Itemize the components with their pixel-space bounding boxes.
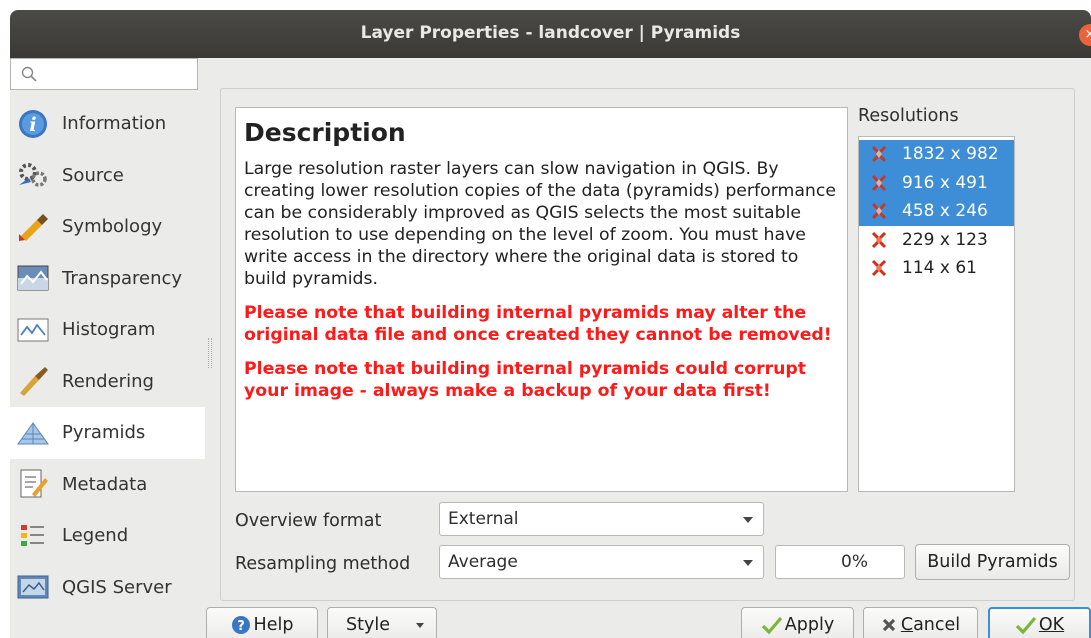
sidebar-item-rendering[interactable]: Rendering (10, 356, 205, 408)
title-bar: Layer Properties - landcover | Pyramids … (10, 10, 1091, 58)
pyramid-not-built-icon (871, 146, 887, 163)
histogram-icon (16, 313, 50, 347)
checkmark-icon (1015, 616, 1037, 635)
metadata-icon (16, 467, 50, 501)
sidebar: i Information Source Symbology Transpare… (10, 98, 205, 613)
sidebar-item-legend[interactable]: Legend (10, 510, 205, 562)
cancel-button[interactable]: Cancel (863, 607, 978, 638)
cancel-mnemonic: C (900, 615, 914, 635)
sidebar-item-label: Information (62, 113, 167, 135)
transparency-icon (16, 261, 50, 295)
source-icon (16, 158, 50, 192)
pyramid-not-built-icon (871, 231, 887, 248)
warning-internal-pyramids-alter: Please note that building internal pyram… (244, 303, 832, 345)
resolution-item[interactable]: 458 x 246 (859, 197, 1014, 226)
sidebar-item-histogram[interactable]: Histogram (10, 304, 205, 356)
sidebar-item-label: Pyramids (62, 422, 146, 444)
sidebar-item-pyramids[interactable]: Pyramids (10, 407, 205, 459)
apply-button[interactable]: Apply (741, 607, 854, 638)
resampling-method-label: Resampling method (235, 554, 411, 574)
legend-icon (16, 519, 50, 553)
chevron-down-icon (743, 560, 753, 566)
svg-text:?: ? (237, 619, 245, 634)
pyramid-not-built-icon (871, 203, 887, 220)
help-icon: ? (231, 616, 250, 634)
warning-internal-pyramids-corrupt: Please note that building internal pyram… (244, 359, 807, 401)
sidebar-item-qgis-server[interactable]: QGIS Server (10, 562, 205, 614)
resolution-item[interactable]: 114 x 61 (859, 254, 1014, 283)
search-icon (21, 66, 37, 82)
style-menu-button[interactable]: Style (327, 607, 437, 638)
description-box: Description Large resolution raster laye… (235, 107, 848, 492)
dialog-button-bar: ? Help Style Apply Cancel OK (10, 607, 1091, 638)
progress-indicator: 0% (775, 545, 905, 579)
sidebar-item-symbology[interactable]: Symbology (10, 201, 205, 253)
resolution-item[interactable]: 1832 x 982 (859, 140, 1014, 169)
symbology-icon (16, 210, 50, 244)
sidebar-item-label: Symbology (62, 216, 163, 238)
overview-format-select[interactable]: External (439, 502, 764, 536)
pyramid-not-built-icon (871, 174, 887, 191)
ok-label: OK (1038, 615, 1065, 635)
chevron-down-icon (743, 517, 753, 523)
sidebar-item-label: Legend (62, 525, 129, 547)
rendering-icon (16, 364, 50, 398)
resolutions-label: Resolutions (858, 106, 959, 126)
overview-format-value: External (448, 509, 519, 529)
sidebar-item-source[interactable]: Source (10, 150, 205, 202)
cancel-label: ancel (913, 615, 961, 635)
checkmark-icon (761, 616, 782, 635)
resampling-method-value: Average (448, 552, 518, 572)
resolution-value: 1832 x 982 (902, 144, 999, 165)
description-title: Description (244, 118, 406, 147)
svg-text:i: i (29, 114, 36, 136)
resolution-value: 458 x 246 (902, 201, 988, 222)
sidebar-item-label: QGIS Server (62, 576, 172, 598)
description-body: Large resolution raster layers can slow … (244, 159, 837, 289)
sidebar-item-information[interactable]: i Information (10, 98, 205, 150)
apply-label: Apply (784, 615, 835, 635)
cancel-icon (882, 618, 895, 632)
sidebar-item-transparency[interactable]: Transparency (10, 253, 205, 305)
resolution-value: 916 x 491 (902, 172, 988, 193)
help-button[interactable]: ? Help (206, 607, 318, 638)
resolution-item[interactable]: 916 x 491 (859, 168, 1014, 197)
resolutions-list[interactable]: 1832 x 982 916 x 491 458 x 246 229 x 123… (858, 136, 1015, 492)
chevron-down-icon (416, 623, 424, 628)
style-label: Style (346, 615, 390, 635)
pyramids-icon (16, 416, 50, 450)
resampling-method-select[interactable]: Average (439, 545, 764, 579)
resolution-value: 114 x 61 (902, 258, 977, 279)
sidebar-splitter-handle[interactable] (208, 338, 212, 368)
pyramids-panel: Description Large resolution raster laye… (220, 88, 1075, 601)
information-icon: i (16, 107, 50, 141)
sidebar-item-label: Histogram (62, 319, 156, 341)
sidebar-item-label: Transparency (62, 267, 183, 289)
overview-format-label: Overview format (235, 511, 382, 531)
sidebar-item-label: Source (62, 164, 124, 186)
resolution-item[interactable]: 229 x 123 (859, 226, 1014, 255)
pyramid-not-built-icon (871, 260, 887, 277)
build-pyramids-button[interactable]: Build Pyramids (915, 544, 1070, 580)
qgis-server-icon (16, 570, 50, 604)
help-label: Help (253, 615, 294, 635)
search-input[interactable] (10, 58, 198, 90)
sidebar-item-label: Rendering (62, 370, 154, 392)
ok-button[interactable]: OK (988, 607, 1091, 638)
resolution-value: 229 x 123 (902, 229, 988, 250)
window-title: Layer Properties - landcover | Pyramids (360, 23, 741, 43)
sidebar-item-label: Metadata (62, 473, 148, 495)
sidebar-item-metadata[interactable]: Metadata (10, 459, 205, 511)
dialog-body: i Information Source Symbology Transpare… (10, 58, 1091, 638)
